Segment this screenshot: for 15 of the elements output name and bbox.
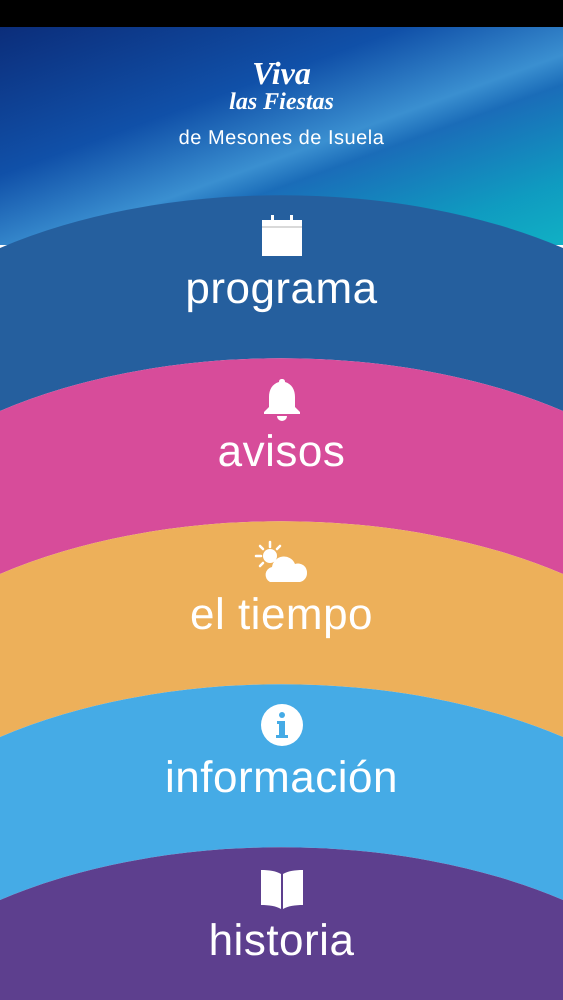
menu-item[interactable]: programa [165, 195, 398, 358]
menu-label: el tiempo [190, 589, 374, 641]
town-subtitle: de Mesones de Isuela [178, 127, 384, 150]
logo-title: Viva [252, 57, 311, 89]
info-icon [260, 703, 304, 747]
menu-label: avisos [218, 426, 346, 478]
menu-label: información [165, 752, 398, 804]
logo-title: las Fiestas [229, 89, 334, 115]
menu-label: programa [185, 263, 378, 315]
menu-item[interactable]: historia [188, 847, 374, 1000]
menu-label: historia [208, 915, 354, 967]
menu-item[interactable]: información [145, 684, 418, 847]
menu-item[interactable]: avisos [198, 358, 366, 521]
calendar-icon [260, 214, 304, 258]
bell-icon [262, 377, 302, 421]
